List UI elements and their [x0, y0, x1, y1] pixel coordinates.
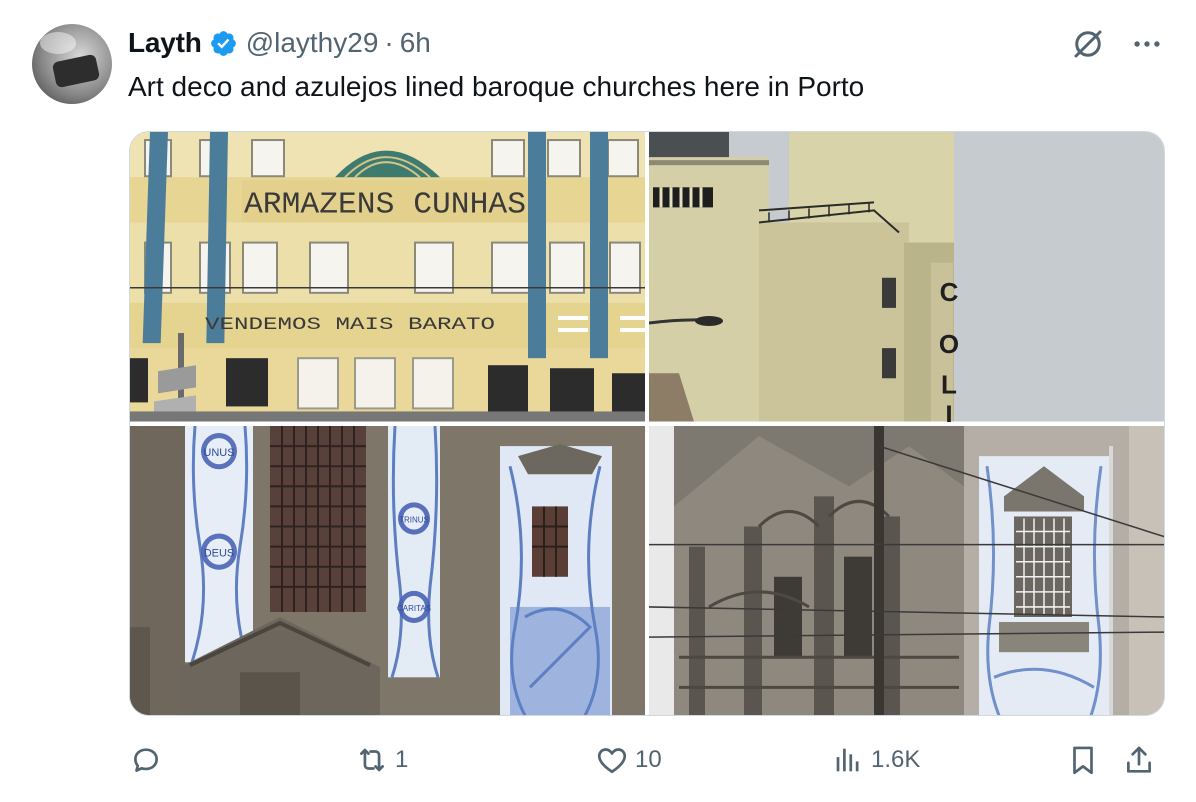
repost-count: 1	[395, 746, 409, 773]
views-button[interactable]: 1.6K	[831, 738, 920, 782]
media-grid: ARMAZENS CUNHAS VENDEMOS MAIS BARATO C O…	[129, 131, 1165, 716]
separator-dot: ·	[384, 27, 394, 58]
reply-icon	[134, 748, 158, 772]
photo-coliseu-tower[interactable]: C O L I	[649, 132, 1164, 422]
sign-armazens: ARMAZENS CUNHAS	[244, 188, 526, 222]
repost-button[interactable]: 1	[355, 738, 408, 782]
author-handle[interactable]: @laythy29	[246, 27, 379, 59]
share-icon	[1127, 746, 1151, 773]
avatar[interactable]	[32, 24, 112, 104]
reply-button[interactable]	[129, 738, 169, 782]
photo-art-deco-facade[interactable]: ARMAZENS CUNHAS VENDEMOS MAIS BARATO	[130, 132, 645, 422]
coliseu-letter-c: C	[940, 277, 959, 307]
tweet-text: Art deco and azulejos lined baroque chur…	[128, 71, 865, 102]
coliseu-letter-i: I	[945, 399, 952, 421]
photo-azulejo-church[interactable]: UNUS DEUS TRINUS CARITAS	[130, 425, 645, 715]
coliseu-letter-l: L	[941, 369, 957, 399]
sign-vendemos: VENDEMOS MAIS BARATO	[205, 316, 495, 335]
tweet-actions: 1 10 1.6K	[129, 738, 1163, 782]
share-button[interactable]	[1122, 738, 1156, 782]
tile-trinus: TRINUS	[399, 515, 429, 524]
views-icon	[836, 748, 859, 772]
tile-unus: UNUS	[203, 447, 234, 459]
bookmark-button[interactable]	[1066, 738, 1100, 782]
photo-baroque-facade[interactable]	[649, 425, 1164, 715]
coliseu-letter-o: O	[939, 329, 959, 359]
grok-icon[interactable]	[1070, 26, 1106, 62]
timestamp[interactable]: 6h	[400, 27, 431, 59]
tile-caritas: CARITAS	[397, 603, 431, 612]
more-options-icon[interactable]	[1130, 27, 1164, 61]
heart-icon	[597, 748, 627, 774]
avatar-highlight	[40, 32, 76, 54]
verified-badge-icon[interactable]	[209, 29, 238, 58]
bookmark-icon	[1073, 746, 1093, 775]
like-button[interactable]: 10	[595, 738, 662, 782]
like-count: 10	[635, 746, 662, 773]
views-count: 1.6K	[871, 746, 921, 773]
repost-icon	[360, 748, 384, 772]
avatar-face	[51, 53, 101, 89]
tweet-top-actions	[1070, 26, 1164, 62]
tile-deus: DEUS	[204, 547, 235, 559]
tweet-header: Layth @laythy29 · 6h	[128, 26, 431, 60]
author-name[interactable]: Layth	[128, 27, 202, 59]
